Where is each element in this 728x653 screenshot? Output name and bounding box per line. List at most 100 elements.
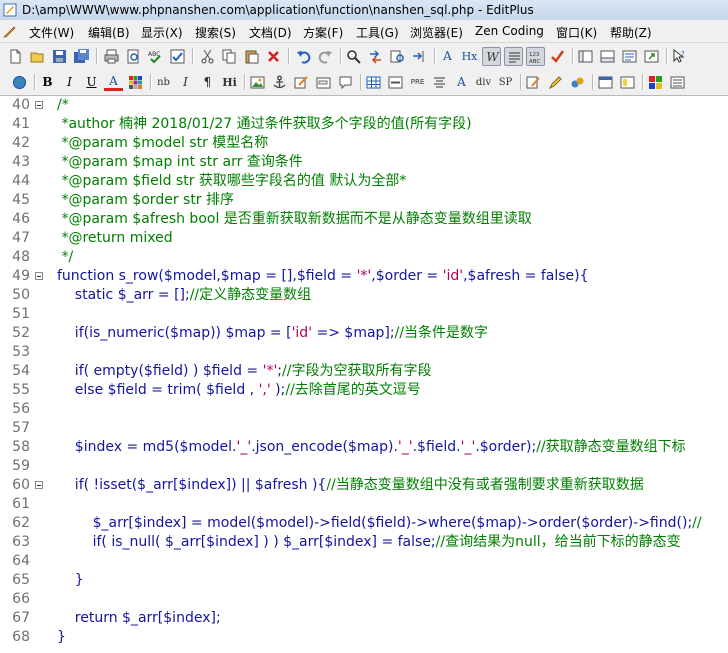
span-tag-button[interactable]: SP [496, 73, 515, 92]
script-button[interactable] [568, 73, 587, 92]
find-button[interactable] [344, 47, 363, 66]
code-editor[interactable]: 40 /* 41 *author 楠神 2018/01/27 通过条件获取多个字段的… [0, 96, 728, 653]
horizontal-rule-button[interactable] [386, 73, 405, 92]
code-line[interactable]: 67 return $_arr[$index]; [0, 609, 728, 628]
code-line[interactable]: 46 *@param $afresh bool 是否重新获取新数据而不是从静态变… [0, 210, 728, 229]
preformat-button[interactable]: PRE [408, 73, 427, 92]
comment-button[interactable] [336, 73, 355, 92]
nbsp-button[interactable]: nb [154, 73, 173, 92]
font-button[interactable]: A [438, 47, 457, 66]
code-line[interactable]: 41 *author 楠神 2018/01/27 通过条件获取多个字段的值(所有… [0, 115, 728, 134]
spell-check-button[interactable]: ABC [146, 47, 165, 66]
style-button[interactable] [524, 73, 543, 92]
save-all-button[interactable] [72, 47, 91, 66]
link-button[interactable] [292, 73, 311, 92]
menu-file[interactable]: 文件(W) [29, 24, 74, 41]
heading-button[interactable]: Hx [460, 47, 479, 66]
code-line[interactable]: 63 if( is_null( $_arr[$index] ) ) $_arr[… [0, 533, 728, 552]
code-line[interactable]: 58 $index = md5($model.'_'.json_encode($… [0, 438, 728, 457]
delete-button[interactable] [264, 47, 283, 66]
bold-button[interactable]: B [38, 73, 57, 92]
code-line[interactable]: 49 function s_row($model,$map = [],$field… [0, 267, 728, 286]
code-line[interactable]: 57 [0, 419, 728, 438]
fold-toggle-icon[interactable] [35, 481, 43, 489]
menu-view[interactable]: 显示(X) [141, 24, 183, 41]
print-button[interactable] [102, 47, 121, 66]
code-line[interactable]: 65 } [0, 571, 728, 590]
menu-zen-coding[interactable]: Zen Coding [475, 24, 544, 38]
table-button[interactable] [364, 73, 383, 92]
redo-button[interactable] [316, 47, 335, 66]
code-line[interactable]: 52 if(is_numeric($map)) $map = ['id' => … [0, 324, 728, 343]
color-picker-button[interactable] [126, 73, 145, 92]
fold-toggle-icon[interactable] [35, 101, 43, 109]
code-line[interactable]: 61 [0, 495, 728, 514]
open-file-button[interactable] [28, 47, 47, 66]
code-line[interactable]: 59 [0, 457, 728, 476]
code-line[interactable]: 48 */ [0, 248, 728, 267]
underline-button[interactable]: U [82, 73, 101, 92]
menu-help[interactable]: 帮助(Z) [610, 24, 652, 41]
code-line[interactable]: 42 *@param $model str 模型名称 [0, 134, 728, 153]
code-line[interactable]: 66 [0, 590, 728, 609]
output-window-button[interactable] [598, 47, 617, 66]
center-button[interactable] [430, 73, 449, 92]
line-number-button[interactable]: 123 ABC [526, 47, 545, 66]
div-tag-button[interactable]: div [474, 73, 493, 92]
browser-preview-button[interactable] [10, 73, 29, 92]
menu-tools[interactable]: 工具(G) [356, 24, 399, 41]
tool-preferences-button[interactable] [668, 73, 687, 92]
user-tools-button[interactable] [646, 73, 665, 92]
word-wrap-button[interactable]: W [482, 47, 501, 66]
code-line[interactable]: 51 [0, 305, 728, 324]
fold-toggle-icon[interactable] [35, 272, 43, 280]
code-line[interactable]: 68} [0, 628, 728, 647]
paragraph-button[interactable]: ¶ [198, 73, 217, 92]
code-line[interactable]: 64 [0, 552, 728, 571]
menu-document[interactable]: 文档(D) [249, 24, 292, 41]
undo-button[interactable] [294, 47, 313, 66]
code-line[interactable]: 56 [0, 400, 728, 419]
italic-tag-button[interactable]: I [176, 73, 195, 92]
menu-window[interactable]: 窗口(K) [556, 24, 597, 41]
heading-tag-button[interactable]: Hi [220, 73, 239, 92]
print-preview-button[interactable] [124, 47, 143, 66]
image-button[interactable] [248, 73, 267, 92]
cliptext-window-button[interactable] [620, 47, 639, 66]
font-tag-button[interactable]: A [452, 73, 471, 92]
anchor-button[interactable] [270, 73, 289, 92]
new-file-button[interactable] [6, 47, 25, 66]
check-button[interactable] [168, 47, 187, 66]
font-color-button[interactable]: A [104, 73, 123, 92]
column-mode-button[interactable] [504, 47, 523, 66]
paste-button[interactable] [242, 47, 261, 66]
code-line[interactable]: 55 else $field = trim( $field , ',' );//… [0, 381, 728, 400]
code-line[interactable]: 44 *@param $field str 获取哪些字段名的值 默认为全部* [0, 172, 728, 191]
highlighter-button[interactable] [546, 73, 565, 92]
menu-search[interactable]: 搜索(S) [195, 24, 236, 41]
menu-edit[interactable]: 编辑(B) [88, 24, 130, 41]
toggle-view-button[interactable] [596, 73, 615, 92]
copy-button[interactable] [220, 47, 239, 66]
cut-button[interactable] [198, 47, 217, 66]
code-line[interactable]: 50 static $_arr = [];//定义静态变量数组 [0, 286, 728, 305]
find-in-files-button[interactable] [388, 47, 407, 66]
code-line[interactable]: 43 *@param $map int str arr 查询条件 [0, 153, 728, 172]
save-button[interactable] [50, 47, 69, 66]
fullscreen-button[interactable] [642, 47, 661, 66]
menu-browser[interactable]: 浏览器(E) [410, 24, 463, 41]
form-button[interactable] [314, 73, 333, 92]
goto-line-button[interactable] [410, 47, 429, 66]
syntax-check-button[interactable] [548, 47, 567, 66]
code-line[interactable]: 45 *@param $order str 排序 [0, 191, 728, 210]
code-line[interactable]: 40 /* [0, 96, 728, 115]
replace-button[interactable] [366, 47, 385, 66]
help-pointer-button[interactable]: ? [670, 47, 689, 66]
code-line[interactable]: 62 $_arr[$index] = model($model)->field(… [0, 514, 728, 533]
code-line[interactable]: 53 [0, 343, 728, 362]
italic-button[interactable]: I [60, 73, 79, 92]
code-line[interactable]: 54 if( empty($field) ) $field = '*';//字段… [0, 362, 728, 381]
directory-window-button[interactable] [576, 47, 595, 66]
code-line[interactable]: 47 *@return mixed [0, 229, 728, 248]
menu-project[interactable]: 方案(F) [303, 24, 343, 41]
